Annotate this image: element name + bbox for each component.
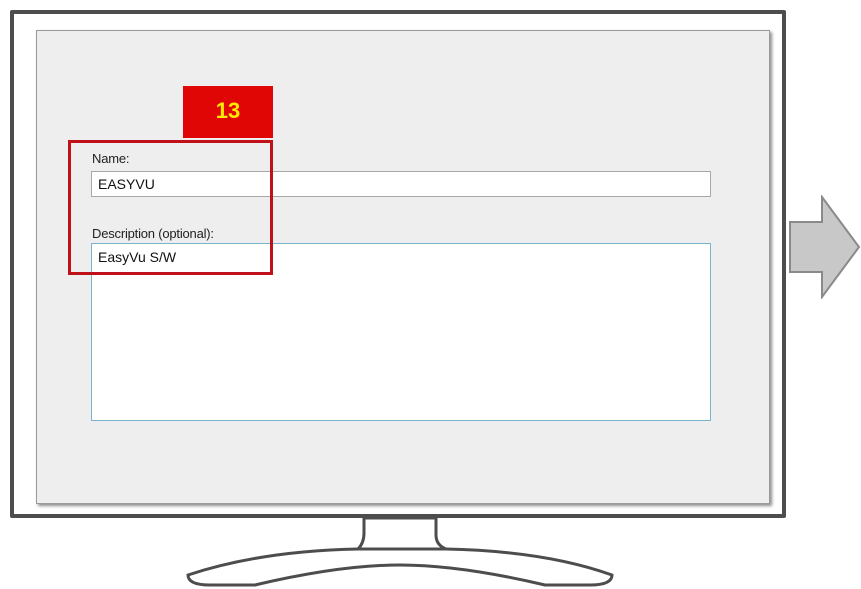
highlight-box <box>68 140 273 275</box>
monitor-stand <box>186 516 614 587</box>
next-arrow-icon <box>789 195 861 299</box>
step-number-badge: 13 <box>183 86 273 138</box>
